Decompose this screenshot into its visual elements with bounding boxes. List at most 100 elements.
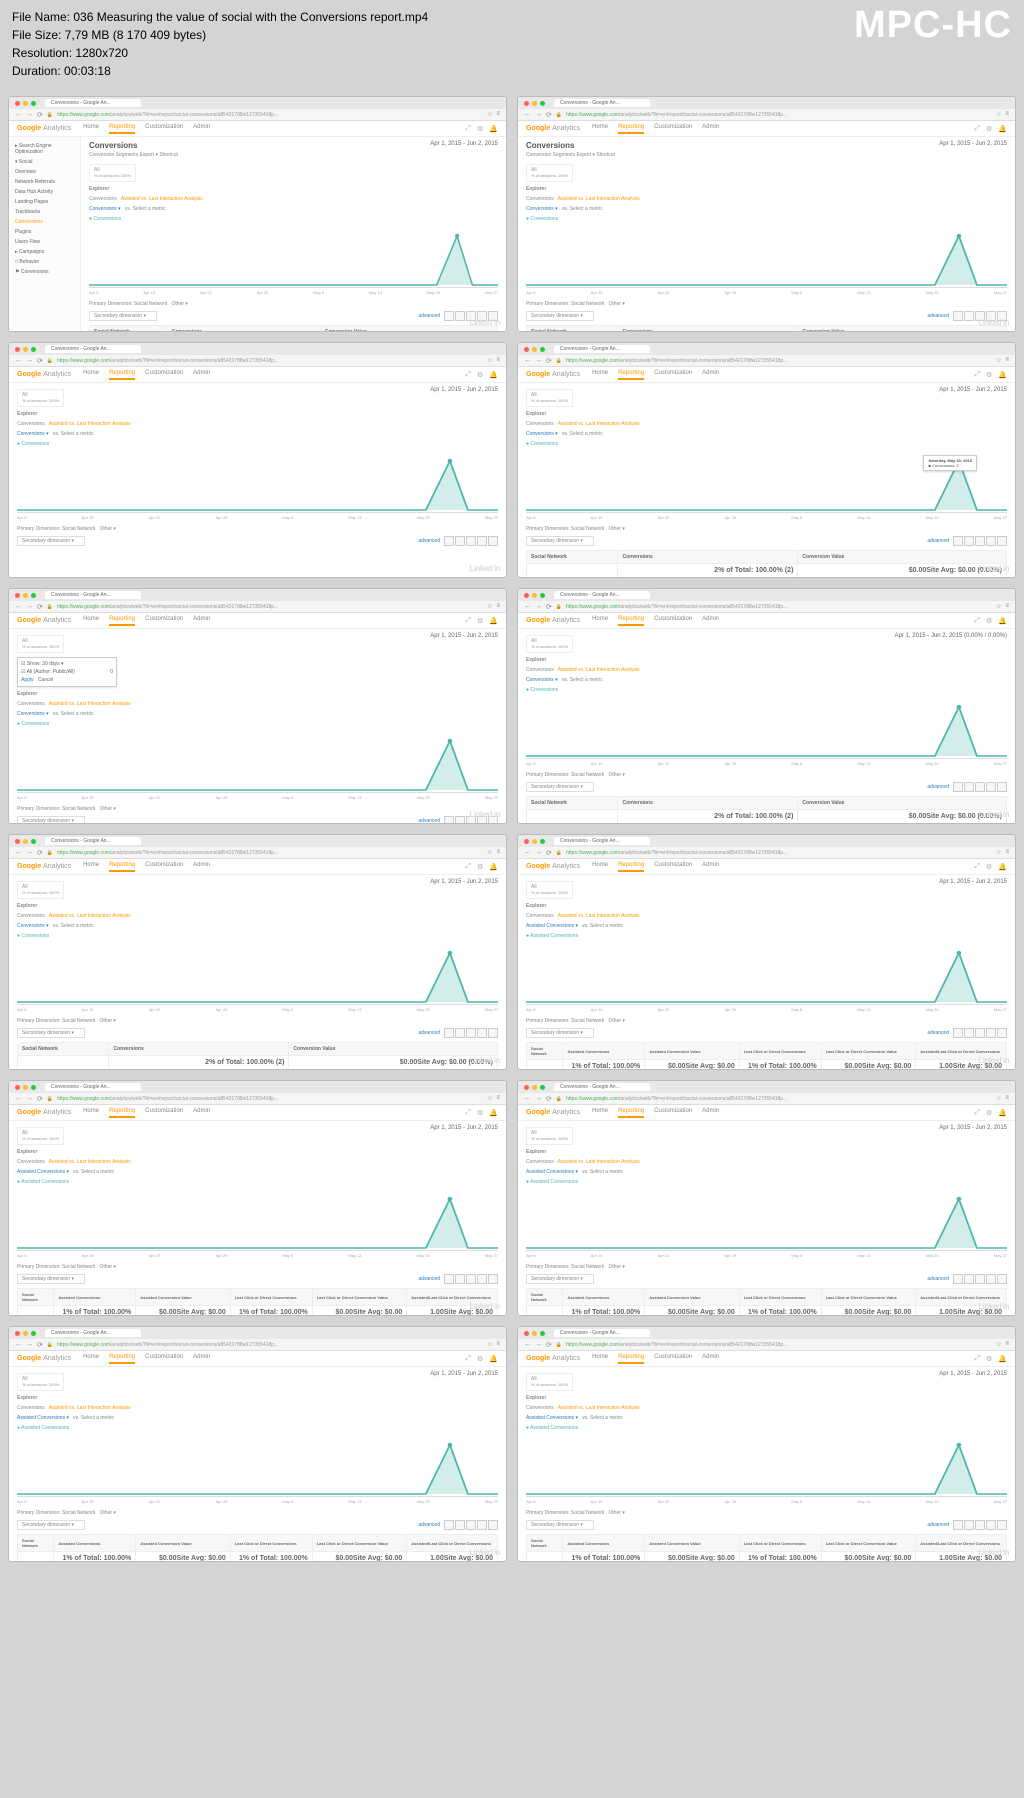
explorer-tab[interactable]: Explorer bbox=[526, 1149, 546, 1155]
back-icon[interactable]: ← bbox=[15, 357, 22, 364]
sidebar-item[interactable]: ▸ Campaigns bbox=[13, 247, 76, 257]
back-icon[interactable]: ← bbox=[15, 603, 22, 610]
other-dim[interactable]: Other ▾ bbox=[100, 1510, 116, 1516]
max-dot[interactable] bbox=[31, 101, 36, 106]
max-dot[interactable] bbox=[31, 1085, 36, 1090]
advanced-link[interactable]: advanced bbox=[927, 313, 949, 319]
nav-admin[interactable]: Admin bbox=[193, 370, 210, 380]
metric-select[interactable]: Assisted Conversions ▾ bbox=[526, 1169, 578, 1175]
view-toggle[interactable] bbox=[444, 1028, 498, 1038]
explorer-tab[interactable]: Explorer bbox=[526, 657, 546, 663]
max-dot[interactable] bbox=[540, 1331, 545, 1336]
forward-icon[interactable]: → bbox=[26, 849, 33, 856]
date-range[interactable]: Apr 1, 2015 - Jun 2, 2015 bbox=[939, 1371, 1007, 1377]
view-toggle[interactable] bbox=[444, 536, 498, 546]
cancel-link[interactable]: Cancel bbox=[38, 677, 54, 683]
sidebar-item[interactable]: Landing Pages bbox=[13, 197, 76, 207]
nav-reporting[interactable]: Reporting bbox=[618, 1108, 644, 1118]
nav-home[interactable]: Home bbox=[83, 1354, 99, 1364]
collapse-icon[interactable]: ⤢ bbox=[974, 1109, 980, 1117]
advanced-link[interactable]: advanced bbox=[418, 538, 440, 544]
menu-icon[interactable]: ≡ bbox=[1005, 111, 1009, 118]
tab-conversions[interactable]: Conversions bbox=[17, 913, 45, 919]
view-toggle[interactable] bbox=[953, 536, 1007, 546]
advanced-link[interactable]: advanced bbox=[927, 538, 949, 544]
reload-icon[interactable]: ⟳ bbox=[37, 1341, 43, 1349]
sidebar-item[interactable]: Data Hub Activity bbox=[13, 187, 76, 197]
url-text[interactable]: https://www.google.com/analytics/web/?hl… bbox=[566, 112, 992, 118]
other-dim[interactable]: Other ▾ bbox=[609, 772, 625, 778]
menu-icon[interactable]: ≡ bbox=[496, 357, 500, 364]
menu-icon[interactable]: ≡ bbox=[1005, 1341, 1009, 1348]
browser-tab[interactable]: Conversions - Google An... bbox=[554, 591, 650, 599]
back-icon[interactable]: ← bbox=[524, 111, 531, 118]
tab-assisted[interactable]: Assisted vs. Last Interaction Analysis bbox=[558, 913, 640, 919]
bell-icon[interactable]: 🔔 bbox=[998, 125, 1007, 133]
nav-reporting[interactable]: Reporting bbox=[109, 124, 135, 134]
collapse-icon[interactable]: ⤢ bbox=[465, 1355, 471, 1363]
nav-admin[interactable]: Admin bbox=[702, 616, 719, 626]
other-dim[interactable]: Other ▾ bbox=[100, 806, 116, 812]
metric-select[interactable]: Conversions ▾ bbox=[17, 431, 49, 437]
nav-reporting[interactable]: Reporting bbox=[109, 1354, 135, 1364]
all-sessions-box[interactable]: All% of sessions: 100% bbox=[89, 164, 136, 182]
close-dot[interactable] bbox=[15, 1085, 20, 1090]
bell-icon[interactable]: 🔔 bbox=[489, 617, 498, 625]
metric-select[interactable]: Assisted Conversions ▾ bbox=[526, 923, 578, 929]
advanced-link[interactable]: advanced bbox=[418, 1522, 440, 1528]
close-dot[interactable] bbox=[524, 347, 529, 352]
close-dot[interactable] bbox=[15, 839, 20, 844]
url-text[interactable]: https://www.google.com/analytics/web/?hl… bbox=[566, 358, 992, 364]
url-text[interactable]: https://www.google.com/analytics/web/?hl… bbox=[57, 604, 483, 610]
back-icon[interactable]: ← bbox=[15, 849, 22, 856]
forward-icon[interactable]: → bbox=[535, 1095, 542, 1102]
metric-select[interactable]: Conversions ▾ bbox=[526, 677, 558, 683]
nav-home[interactable]: Home bbox=[83, 1108, 99, 1118]
collapse-icon[interactable]: ⤢ bbox=[974, 863, 980, 871]
min-dot[interactable] bbox=[23, 347, 28, 352]
explorer-tab[interactable]: Explorer bbox=[526, 903, 546, 909]
settings-icon[interactable]: ⚙ bbox=[986, 863, 992, 871]
nav-customization[interactable]: Customization bbox=[654, 616, 692, 626]
back-icon[interactable]: ← bbox=[524, 357, 531, 364]
tab-conversions[interactable]: Conversions bbox=[526, 1159, 554, 1165]
view-toggle[interactable] bbox=[953, 1520, 1007, 1530]
col-conv[interactable]: Conversions bbox=[167, 326, 320, 332]
browser-tab[interactable]: Conversions - Google An... bbox=[45, 99, 141, 107]
max-dot[interactable] bbox=[540, 1085, 545, 1090]
nav-reporting[interactable]: Reporting bbox=[109, 862, 135, 872]
nav-home[interactable]: Home bbox=[592, 1354, 608, 1364]
settings-icon[interactable]: ⚙ bbox=[477, 125, 483, 133]
menu-icon[interactable]: ≡ bbox=[496, 849, 500, 856]
metric-select[interactable]: Assisted Conversions ▾ bbox=[526, 1415, 578, 1421]
settings-icon[interactable]: ⚙ bbox=[986, 1109, 992, 1117]
close-dot[interactable] bbox=[524, 839, 529, 844]
other-dim[interactable]: Other ▾ bbox=[609, 1264, 625, 1270]
nav-admin[interactable]: Admin bbox=[193, 862, 210, 872]
line-chart[interactable] bbox=[17, 945, 498, 1005]
advanced-link[interactable]: advanced bbox=[418, 818, 440, 823]
min-dot[interactable] bbox=[532, 593, 537, 598]
line-chart[interactable] bbox=[526, 1191, 1007, 1251]
url-text[interactable]: https://www.google.com/analytics/web/?hl… bbox=[57, 358, 483, 364]
close-dot[interactable] bbox=[524, 1331, 529, 1336]
back-icon[interactable]: ← bbox=[15, 1095, 22, 1102]
tab-assisted[interactable]: Assisted vs. Last Interaction Analysis bbox=[49, 421, 131, 427]
advanced-link[interactable]: advanced bbox=[927, 1522, 949, 1528]
back-icon[interactable]: ← bbox=[524, 603, 531, 610]
menu-icon[interactable]: ≡ bbox=[496, 1095, 500, 1102]
advanced-link[interactable]: advanced bbox=[927, 784, 949, 790]
all-sessions-box[interactable]: All% of sessions: 100% bbox=[17, 1127, 64, 1145]
nav-customization[interactable]: Customization bbox=[145, 1354, 183, 1364]
menu-icon[interactable]: ≡ bbox=[1005, 1095, 1009, 1102]
bell-icon[interactable]: 🔔 bbox=[489, 1355, 498, 1363]
settings-icon[interactable]: ⚙ bbox=[986, 617, 992, 625]
reload-icon[interactable]: ⟳ bbox=[37, 603, 43, 611]
metric-select[interactable]: Conversions ▾ bbox=[17, 923, 49, 929]
browser-tab[interactable]: Conversions - Google An... bbox=[554, 1083, 650, 1091]
tab-conversions[interactable]: Conversions bbox=[526, 913, 554, 919]
all-sessions-box[interactable]: All% of sessions: 100% bbox=[526, 389, 573, 407]
nav-reporting[interactable]: Reporting bbox=[618, 862, 644, 872]
secondary-dim[interactable]: Secondary dimension ▾ bbox=[17, 536, 85, 546]
reload-icon[interactable]: ⟳ bbox=[546, 111, 552, 119]
